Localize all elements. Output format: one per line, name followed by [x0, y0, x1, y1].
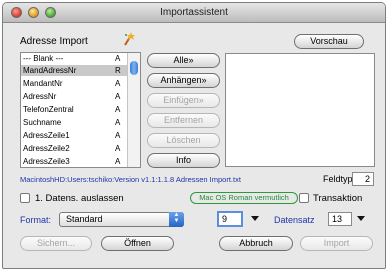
save-button[interactable]: Sichern... — [20, 236, 92, 251]
field-type-label: Feldtyp — [323, 174, 353, 184]
field-list[interactable]: --- Blank --- A MandAdressNr R MandantNr… — [20, 52, 141, 168]
append-button[interactable]: Anhängen» — [147, 73, 220, 88]
list-item-type: A — [115, 144, 121, 153]
encoding-hint: Mac OS Roman vermutlich — [190, 192, 298, 204]
record-dropdown-icon[interactable] — [357, 216, 365, 221]
list-item-type: A — [115, 79, 121, 88]
cancel-button[interactable]: Abbruch — [219, 236, 293, 251]
record-label: Datensatz — [274, 215, 315, 225]
file-path-text: MacintoshHD:Users:tschiko:Version v1.1:1… — [20, 175, 241, 184]
select-arrows-icon: ▲ ▼ — [169, 212, 184, 227]
skip-first-record-checkbox[interactable] — [20, 193, 30, 203]
record-input[interactable]: 13 — [328, 212, 352, 226]
list-item[interactable]: AdressNr A — [21, 91, 127, 102]
delete-button[interactable]: Löschen — [147, 133, 220, 148]
delimiter-dropdown-icon[interactable] — [251, 216, 259, 221]
list-item-name: TelefonZentral — [23, 105, 74, 114]
list-item-type: A — [115, 105, 121, 114]
list-item-type: A — [115, 131, 121, 140]
scroll-thumb[interactable] — [130, 61, 138, 75]
format-select-value: Standard — [66, 214, 103, 224]
transaction-checkbox[interactable] — [299, 193, 309, 203]
insert-button[interactable]: Einfügen» — [147, 93, 220, 108]
format-label: Format: — [20, 215, 52, 225]
list-item-name: MandantNr — [23, 79, 63, 88]
address-import-label: Adresse Import — [20, 36, 88, 47]
window-title: Importassistent — [160, 7, 228, 18]
delimiter-input[interactable]: 9 — [217, 211, 243, 227]
list-item[interactable]: TelefonZentral A — [21, 104, 127, 115]
list-item-type: R — [115, 66, 121, 75]
selected-fields-list[interactable] — [225, 53, 375, 167]
field-type-input[interactable]: 2 — [352, 172, 374, 186]
list-item-selected[interactable]: MandAdressNr R — [21, 65, 127, 76]
list-item-type: A — [115, 92, 121, 101]
list-item[interactable]: AdressZeile2 A — [21, 143, 127, 154]
list-item[interactable]: AdressZeile3 A — [21, 156, 127, 167]
list-item-name: AdressNr — [23, 92, 57, 101]
skip-first-record-label: 1. Datens. auslassen — [35, 193, 124, 204]
list-item-type: A — [115, 157, 121, 166]
list-item-name: --- Blank --- — [23, 54, 64, 63]
info-button[interactable]: Info — [147, 153, 220, 168]
list-item-name: Suchname — [23, 118, 62, 127]
list-item[interactable]: MandantNr A — [21, 78, 127, 89]
format-select[interactable]: Standard ▲ ▼ — [59, 212, 184, 227]
list-item-name: MandAdressNr — [23, 66, 77, 75]
import-button[interactable]: Import — [300, 236, 373, 251]
title-bar: Importassistent — [3, 3, 385, 23]
list-item-type: A — [115, 118, 121, 127]
field-list-scrollbar[interactable] — [127, 53, 140, 167]
list-item[interactable]: AdressZeile1 A — [21, 130, 127, 141]
import-assistant-window: Importassistent Adresse Import Vorschau … — [2, 2, 386, 269]
list-item[interactable]: Suchname A — [21, 117, 127, 128]
list-item[interactable]: --- Blank --- A — [21, 53, 127, 64]
list-item-name: AdressZeile3 — [23, 157, 70, 166]
list-item-name: AdressZeile2 — [23, 144, 70, 153]
transaction-label: Transaktion — [313, 193, 363, 204]
list-item-name: AdressZeile1 — [23, 131, 70, 140]
preview-button[interactable]: Vorschau — [294, 34, 364, 49]
open-button[interactable]: Öffnen — [101, 236, 174, 251]
add-all-button[interactable]: Alle» — [147, 53, 220, 68]
remove-button[interactable]: Entfernen — [147, 113, 220, 128]
list-item-type: A — [115, 54, 121, 63]
magic-wand-icon[interactable] — [123, 32, 135, 46]
